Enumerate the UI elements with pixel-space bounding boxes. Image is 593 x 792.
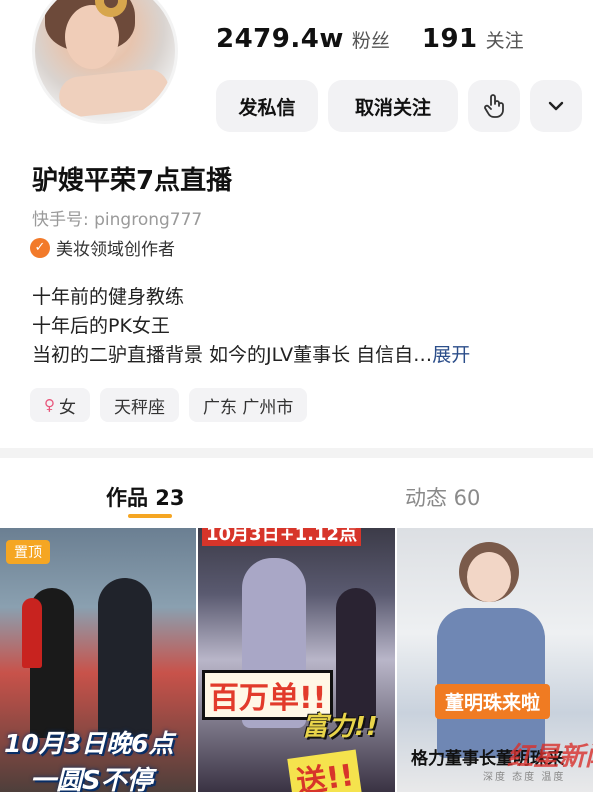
pinned-badge: 置顶 bbox=[6, 540, 50, 564]
profile-stats: 2479.4w 粉丝 191 关注 bbox=[216, 24, 524, 54]
profile-actions: 发私信 取消关注 bbox=[216, 80, 582, 132]
video-3-face bbox=[467, 552, 511, 602]
followers-label: 粉丝 bbox=[351, 30, 390, 52]
send-message-button[interactable]: 发私信 bbox=[216, 80, 318, 132]
verification-row[interactable]: ✓ 美妆领域创作者 bbox=[30, 235, 175, 260]
tag-gender: ♀ 女 bbox=[30, 388, 90, 422]
video-1-person-right bbox=[98, 578, 152, 738]
followers-stat[interactable]: 2479.4w 粉丝 bbox=[216, 24, 390, 54]
bio-line-3: 当初的二驴直播背景 如今的JLV董事长 自信自…展开 bbox=[32, 341, 470, 370]
hand-tap-icon-svg bbox=[484, 94, 504, 118]
followers-count: 2479.4w bbox=[216, 24, 344, 54]
following-label: 关注 bbox=[485, 30, 524, 52]
tag-gender-label: 女 bbox=[59, 397, 76, 418]
section-divider bbox=[0, 448, 593, 458]
tag-zodiac: 天秤座 bbox=[100, 388, 179, 422]
bio-line-1: 十年前的健身教练 bbox=[32, 286, 185, 308]
following-stat[interactable]: 191 关注 bbox=[422, 24, 524, 54]
bio-line-3-text: 当初的二驴直播背景 如今的JLV董事长 自信自… bbox=[32, 344, 433, 366]
female-icon: ♀ bbox=[44, 396, 55, 414]
video-2-caption-line-2: 富力!! bbox=[302, 712, 378, 742]
tab-works[interactable]: 作品 23 bbox=[106, 482, 185, 512]
unfollow-button[interactable]: 取消关注 bbox=[328, 80, 458, 132]
watermark-tagline: 深度 态度 温度 bbox=[483, 772, 566, 783]
active-tab-indicator bbox=[128, 514, 172, 518]
tab-dynamics[interactable]: 动态 60 bbox=[405, 482, 480, 512]
profile-bio: 十年前的健身教练 十年后的PK女王 当初的二驴直播背景 如今的JLV董事长 自信… bbox=[32, 283, 470, 370]
chevron-down-icon-svg bbox=[548, 101, 564, 111]
tag-location: 广东 广州市 bbox=[189, 388, 308, 422]
video-3-caption-line-1: 董明珠来啦 bbox=[435, 684, 551, 719]
verified-check-icon: ✓ bbox=[30, 237, 50, 258]
video-2-top-banner: 10月3日+1.12点 bbox=[202, 528, 362, 546]
video-thumbnail-3[interactable]: 董明珠来啦 格力董事长董明珠来 红星新闻 深度 态度 温度 bbox=[397, 528, 593, 792]
verification-label: 美妆领域创作者 bbox=[56, 240, 175, 260]
kuaishou-id[interactable]: 快手号: pingrong777 bbox=[32, 205, 202, 230]
video-2-caption-line-3: 送!! bbox=[287, 749, 363, 792]
video-1-red-jacket bbox=[22, 598, 42, 668]
video-1-caption-line-2: 一圆S不停 bbox=[30, 766, 153, 792]
video-thumbnail-2[interactable]: 10月3日+1.12点 百万单!! 富力!! 送!! bbox=[198, 528, 395, 792]
following-count: 191 bbox=[421, 24, 478, 54]
profile-nickname: 驴嫂平荣7点直播 bbox=[32, 166, 233, 196]
video-thumbnail-1[interactable]: 置顶 10月3日晚6点 一圆S不停 bbox=[0, 528, 196, 792]
bio-line-2: 十年后的PK女王 bbox=[32, 315, 170, 337]
profile-tags: ♀ 女 天秤座 广东 广州市 bbox=[30, 388, 308, 422]
avatar-arm bbox=[57, 67, 171, 119]
content-tabs: 作品 23 动态 60 bbox=[0, 458, 593, 526]
bio-expand-link[interactable]: 展开 bbox=[432, 344, 470, 366]
video-grid: 置顶 10月3日晚6点 一圆S不停 10月3日+1.12点 百万单!! 富力!!… bbox=[0, 528, 593, 792]
video-1-caption-line-1: 10月3日晚6点 bbox=[4, 729, 174, 758]
avatar[interactable] bbox=[32, 0, 178, 124]
hand-tap-icon[interactable] bbox=[468, 80, 520, 132]
chevron-down-icon[interactable] bbox=[530, 80, 582, 132]
